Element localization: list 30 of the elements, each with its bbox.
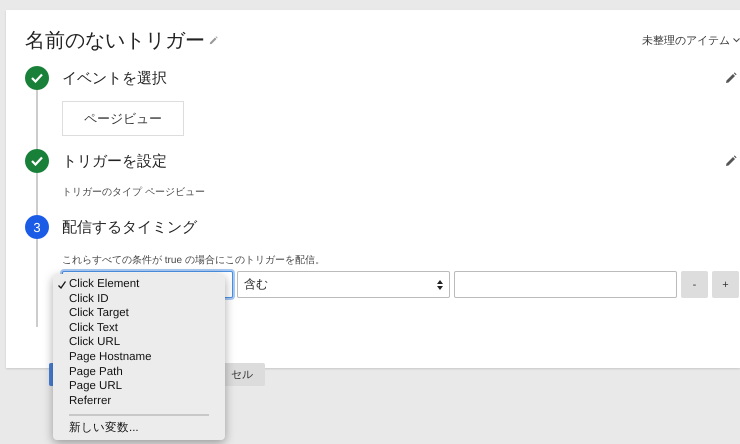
check-icon bbox=[58, 281, 66, 289]
check-circle-icon bbox=[25, 149, 49, 173]
step-title: トリガーを設定 bbox=[62, 152, 167, 170]
step-title: 配信するタイミング bbox=[62, 218, 197, 236]
menu-item[interactable]: Page Hostname bbox=[53, 350, 225, 365]
menu-item[interactable]: Click ID bbox=[53, 292, 225, 306]
add-button[interactable]: + bbox=[712, 271, 739, 298]
step-number: 3 bbox=[25, 215, 49, 239]
pencil-icon[interactable] bbox=[725, 72, 737, 84]
menu-item[interactable]: Click URL bbox=[53, 335, 225, 350]
step-title: イベントを選択 bbox=[62, 68, 167, 88]
menu-item[interactable]: 新しい変数... bbox=[53, 421, 225, 436]
remove-button[interactable]: - bbox=[681, 271, 708, 298]
operator-select[interactable]: 含む bbox=[237, 271, 450, 298]
updown-arrow-icon bbox=[437, 280, 443, 290]
menu-item[interactable]: Click Element bbox=[53, 277, 225, 292]
condition-text: これらすべての条件が true の場合にこのトリガーを配信。 bbox=[62, 254, 325, 267]
chevron-down-icon bbox=[733, 38, 740, 42]
menu-item[interactable]: Referrer bbox=[53, 394, 225, 408]
menu-item[interactable]: Click Text bbox=[53, 320, 225, 336]
check-circle-icon bbox=[25, 66, 49, 90]
menu-item[interactable]: Click Target bbox=[53, 306, 225, 321]
trigger-title: 名前のないトリガー bbox=[25, 28, 205, 54]
trigger-type-text: トリガーのタイプ ページビュー bbox=[62, 186, 205, 199]
menu-item[interactable]: Page Path bbox=[53, 364, 225, 380]
event-chip[interactable]: ページビュー bbox=[62, 101, 184, 136]
folder-dropdown[interactable]: 未整理のアイテム bbox=[642, 32, 740, 48]
value-input[interactable] bbox=[454, 271, 677, 298]
pencil-icon[interactable] bbox=[725, 155, 737, 167]
menu-item[interactable]: Page URL bbox=[53, 379, 225, 394]
